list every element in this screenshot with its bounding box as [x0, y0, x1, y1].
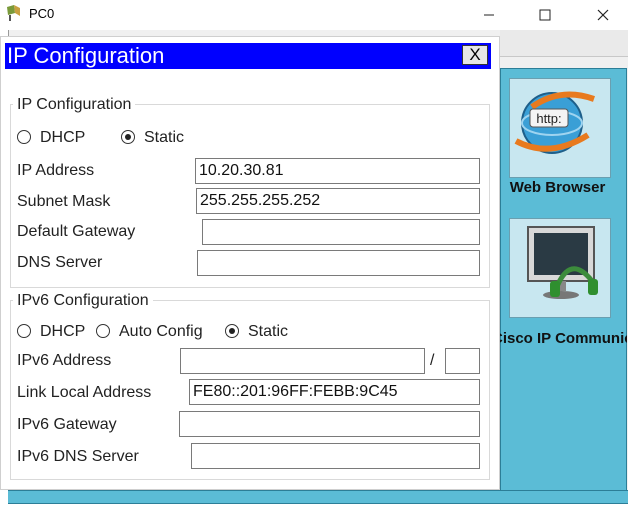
desktop-tab-strip [500, 30, 628, 57]
subnet-mask-field[interactable]: 255.255.255.252 [196, 188, 480, 214]
ipv6-address-label: IPv6 Address [17, 352, 112, 369]
close-icon [597, 9, 609, 21]
ipv6-static-radio[interactable] [225, 324, 239, 338]
dialog-close-button[interactable]: X [462, 45, 488, 65]
cisco-ip-communicator-icon [527, 226, 598, 299]
ipv4-static-radio[interactable] [121, 130, 135, 144]
window-titlebar: PC0 [0, 0, 628, 30]
ipv6-dns-server-label: IPv6 DNS Server [17, 448, 139, 465]
ipv6-dns-server-field[interactable] [191, 443, 480, 469]
minimize-icon [484, 14, 494, 16]
ipv4-group-title: IP Configuration [13, 96, 136, 114]
link-local-address-label: Link Local Address [17, 384, 152, 401]
ipv6-prefix-length-field[interactable] [445, 348, 480, 374]
ipv6-gateway-label: IPv6 Gateway [17, 416, 117, 433]
web-browser-label[interactable]: Web Browser [500, 180, 615, 212]
ip-address-field[interactable]: 10.20.30.81 [195, 158, 480, 184]
ipv6-auto-config-radio[interactable] [96, 324, 110, 338]
ipv6-auto-config-label[interactable]: Auto Config [119, 323, 203, 341]
prefix-separator: / [430, 352, 435, 369]
ipv6-gateway-field[interactable] [179, 411, 480, 437]
maximize-button[interactable] [522, 0, 568, 30]
ipv6-address-field[interactable] [180, 348, 425, 374]
maximize-icon [539, 9, 551, 21]
link-local-address-field[interactable]: FE80::201:96FF:FEBB:9C45 [189, 379, 480, 405]
ipv6-group-title: IPv6 Configuration [13, 292, 153, 310]
window-title: PC0 [29, 6, 55, 21]
window-close-button[interactable] [580, 0, 626, 30]
default-gateway-field[interactable] [202, 219, 480, 245]
default-gateway-label: Default Gateway [17, 223, 136, 240]
ipv6-dhcp-radio[interactable] [17, 324, 31, 338]
cisco-ip-communicator-label[interactable]: Cisco IP Communicator [492, 330, 627, 370]
web-browser-icon: http: [514, 91, 595, 154]
ip-address-label: IP Address [17, 162, 95, 179]
dialog-title: IP Configuration [7, 43, 165, 68]
dns-server-label: DNS Server [17, 254, 103, 271]
desktop-bottom-strip [8, 490, 628, 504]
ipv6-static-label[interactable]: Static [248, 323, 288, 341]
ipv6-dhcp-label[interactable]: DHCP [40, 323, 85, 341]
ipv4-static-label[interactable]: Static [144, 129, 184, 147]
minimize-button[interactable] [466, 0, 512, 30]
subnet-mask-label: Subnet Mask [17, 193, 111, 210]
packet-tracer-pc-icon [7, 5, 20, 21]
web-icon-text: http: [536, 111, 561, 126]
ipv4-dhcp-radio[interactable] [17, 130, 31, 144]
cisco-ip-communicator-tile[interactable] [509, 218, 611, 318]
ipv4-dhcp-label[interactable]: DHCP [40, 129, 85, 147]
web-browser-tile[interactable]: http: [509, 78, 611, 178]
dns-server-field[interactable] [197, 250, 480, 276]
